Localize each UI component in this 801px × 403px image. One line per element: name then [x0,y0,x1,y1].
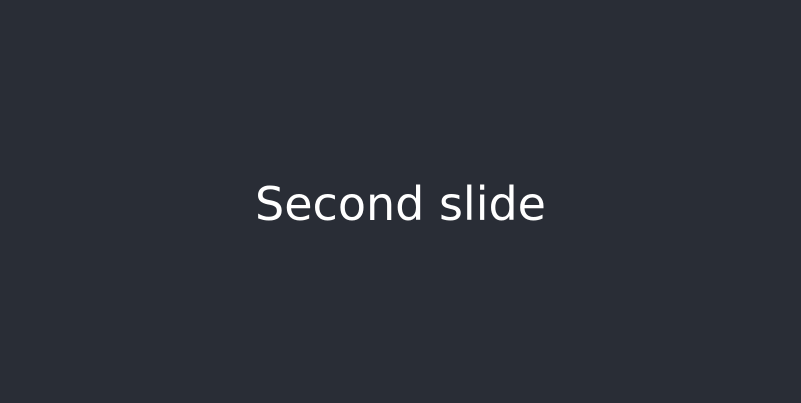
slide-caption: Second slide [255,176,546,231]
carousel-slide: Second slide [0,0,801,403]
